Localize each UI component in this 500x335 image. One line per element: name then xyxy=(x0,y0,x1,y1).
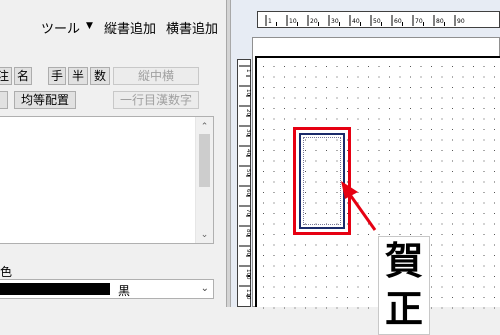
v-ruler-label: 90 xyxy=(245,249,251,256)
v-ruler-label: 40 xyxy=(245,149,251,156)
v-ruler-label: 10 xyxy=(245,89,251,96)
h-ruler-label: 70 xyxy=(415,18,423,25)
vertical-ruler-ticks: 1102030405060708090100110 xyxy=(239,65,251,300)
even-align-button[interactable]: 均等配置 xyxy=(14,91,76,109)
h-ruler-label: 50 xyxy=(373,18,381,25)
v-ruler-label: 20 xyxy=(245,109,251,116)
red-arrow-icon xyxy=(341,181,377,231)
h-ruler-label: 20 xyxy=(310,18,318,25)
v-ruler-label: 100 xyxy=(245,269,251,280)
half-width-button[interactable]: 半 xyxy=(68,67,88,85)
scroll-up-icon[interactable]: ⌃ xyxy=(196,119,213,135)
scroll-down-icon[interactable]: ⌄ xyxy=(196,227,213,243)
h-ruler-label: 10 xyxy=(289,18,297,25)
h-ruler-label: 90 xyxy=(457,18,465,25)
number-button[interactable]: 数 xyxy=(90,67,110,85)
h-ruler-label: 30 xyxy=(331,18,339,25)
list-scrollbar[interactable]: ⌃ ⌄ xyxy=(195,117,213,243)
menu-bar: ツール ▼ 縦書追加 横書追加 xyxy=(0,18,226,40)
scrollbar-thumb[interactable] xyxy=(199,134,210,187)
menu-tool[interactable]: ツール xyxy=(41,18,80,37)
name-button[interactable]: 名 xyxy=(14,67,32,85)
editing-area: 1 10 20 30 40 50 60 70 80 90 1 10 20 30 40 50 60 70 80 90 1… xyxy=(231,0,500,335)
text-list[interactable]: ⌃ ⌄ xyxy=(0,116,214,244)
color-name: 黒 xyxy=(118,284,131,298)
menu-add-horizontal[interactable]: 横書追加 xyxy=(166,18,218,37)
h-ruler-label: 80 xyxy=(436,18,444,25)
horizontal-ruler: 1 10 20 30 40 50 60 70 80 90 xyxy=(257,11,500,28)
v-ruler-label: 60 xyxy=(245,189,251,196)
v-ruler-label: 80 xyxy=(245,229,251,236)
color-label: 色 xyxy=(0,265,13,279)
h-ruler-label: 1 xyxy=(268,18,272,25)
row2-partial-button[interactable] xyxy=(0,91,8,109)
first-line-kanji-number-button[interactable]: 一行目漢数字 xyxy=(113,91,199,109)
v-ruler-label: 30 xyxy=(245,129,251,136)
h-ruler-label: 40 xyxy=(352,18,360,25)
page-canvas[interactable]: 賀 正 xyxy=(255,56,500,335)
chevron-down-icon[interactable]: ⌄ xyxy=(201,283,209,294)
horizontal-ruler-ticks: 1 10 20 30 40 50 60 70 80 90 xyxy=(265,15,465,26)
vertical-ruler: 1 10 20 30 40 50 60 70 80 90 100 110 xyxy=(237,59,251,307)
left-panel: ツール ▼ 縦書追加 横書追加 注 名 手 半 数 縦中横 均等配置 一行目漢数… xyxy=(0,0,226,307)
color-swatch xyxy=(0,283,110,295)
v-ruler-label: 1 xyxy=(245,69,251,73)
menu-add-vertical[interactable]: 縦書追加 xyxy=(104,18,156,37)
color-select[interactable]: 黒 ⌄ xyxy=(0,279,214,299)
annotation-button[interactable]: 注 xyxy=(0,67,12,85)
hand-button[interactable]: 手 xyxy=(48,67,66,85)
tatechuyoko-button[interactable]: 縦中横 xyxy=(113,67,199,85)
v-ruler-label: 110 xyxy=(245,289,251,300)
v-ruler-label: 70 xyxy=(245,209,251,216)
h-ruler-label: 60 xyxy=(394,18,402,25)
chevron-down-icon[interactable]: ▼ xyxy=(86,21,93,31)
v-ruler-label: 50 xyxy=(245,169,251,176)
